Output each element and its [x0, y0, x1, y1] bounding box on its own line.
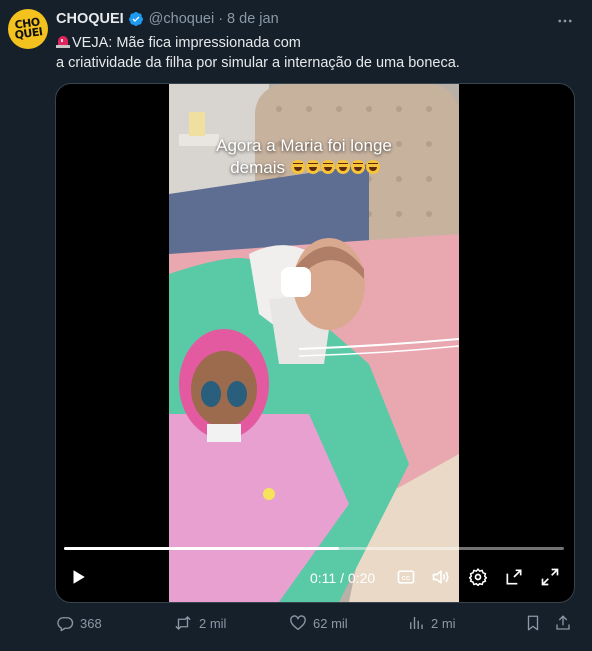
- video-player[interactable]: Agora a Maria foi longe demais 0:11 / 0:…: [55, 83, 575, 603]
- play-icon: [73, 570, 85, 584]
- views-button[interactable]: 2 mi: [407, 612, 456, 634]
- avatar[interactable]: CHO QUEI: [8, 9, 48, 49]
- play-button[interactable]: [66, 565, 90, 589]
- views-count: 2 mi: [431, 615, 456, 631]
- volume-icon: [432, 570, 449, 584]
- laughing-emoji-icon: [350, 160, 365, 174]
- repost-button[interactable]: 2 mil: [173, 612, 226, 634]
- handle[interactable]: @choquei: [149, 11, 215, 27]
- tweet-header: CHOQUEI @choquei · 8 de jan: [56, 10, 279, 28]
- duration: 0:20: [347, 570, 376, 586]
- tweet-text-line-2: a criatividade da filha por simular a in…: [56, 55, 460, 71]
- video-time: 0:11 / 0:20: [310, 570, 375, 586]
- video-progress-bar[interactable]: [64, 547, 564, 550]
- video-caption-line-1: Agora a Maria foi longe: [216, 136, 392, 155]
- reply-button[interactable]: 368: [56, 612, 102, 634]
- repost-icon: [175, 616, 191, 630]
- share-button[interactable]: [554, 612, 578, 634]
- captions-button[interactable]: CC: [394, 565, 418, 589]
- laughing-emoji-icon: [335, 160, 350, 174]
- tweet-actions: 368 2 mil 62 mil 2 mi: [56, 612, 576, 634]
- svg-text:CC: CC: [402, 576, 411, 582]
- bookmark-button[interactable]: [524, 612, 548, 634]
- tweet-text-line-1: VEJA: Mãe fica impressionada com: [56, 33, 460, 53]
- verified-badge-icon: [128, 12, 143, 26]
- like-button[interactable]: 62 mil: [289, 612, 348, 634]
- reply-count: 368: [80, 615, 102, 631]
- tweet-text-line-1-text: VEJA: Mãe fica impressionada com: [72, 35, 301, 51]
- laughing-emoji-icon: [365, 160, 380, 174]
- pop-out-button[interactable]: [502, 565, 526, 589]
- heart-icon: [290, 615, 306, 631]
- repost-count: 2 mil: [199, 615, 227, 631]
- display-name[interactable]: CHOQUEI: [56, 11, 124, 27]
- settings-button[interactable]: [466, 565, 490, 589]
- laughing-emoji-icon: [320, 160, 335, 174]
- like-count: 62 mil: [313, 615, 348, 631]
- tweet-date[interactable]: 8 de jan: [227, 11, 279, 27]
- fullscreen-button[interactable]: [538, 565, 562, 589]
- video-caption-line-2: demais: [151, 157, 459, 179]
- pop-out-icon: [506, 569, 522, 585]
- volume-button[interactable]: [429, 565, 453, 589]
- siren-emoji-icon: [56, 36, 70, 48]
- current-time: 0:11: [310, 570, 337, 586]
- separator-dot: ·: [218, 11, 224, 27]
- time-separator: /: [340, 570, 344, 586]
- fullscreen-icon: [541, 568, 559, 586]
- video-caption: Agora a Maria foi longe demais: [169, 135, 459, 179]
- reply-icon: [57, 617, 74, 632]
- video-caption-line-2-text: demais: [230, 158, 286, 177]
- video-progress-fill: [64, 547, 339, 550]
- tweet-text: VEJA: Mãe fica impressionada com a criat…: [56, 33, 460, 73]
- share-icon: [556, 615, 570, 630]
- gear-icon: [468, 568, 488, 587]
- bookmark-icon: [527, 615, 539, 631]
- views-chart-icon: [410, 617, 423, 629]
- avatar-logo: CHO QUEI: [13, 15, 44, 42]
- laughing-emoji-icon: [290, 160, 305, 174]
- video-controls: 0:11 / 0:20 CC: [56, 562, 574, 592]
- more-options-icon[interactable]: [556, 12, 574, 30]
- tweet[interactable]: CHO QUEI CHOQUEI @choquei · 8 de jan VEJ…: [0, 0, 592, 651]
- avatar-logo-bottom: QUEI: [13, 25, 44, 42]
- closed-captions-icon: CC: [397, 570, 415, 584]
- laughing-emoji-icon: [305, 160, 320, 174]
